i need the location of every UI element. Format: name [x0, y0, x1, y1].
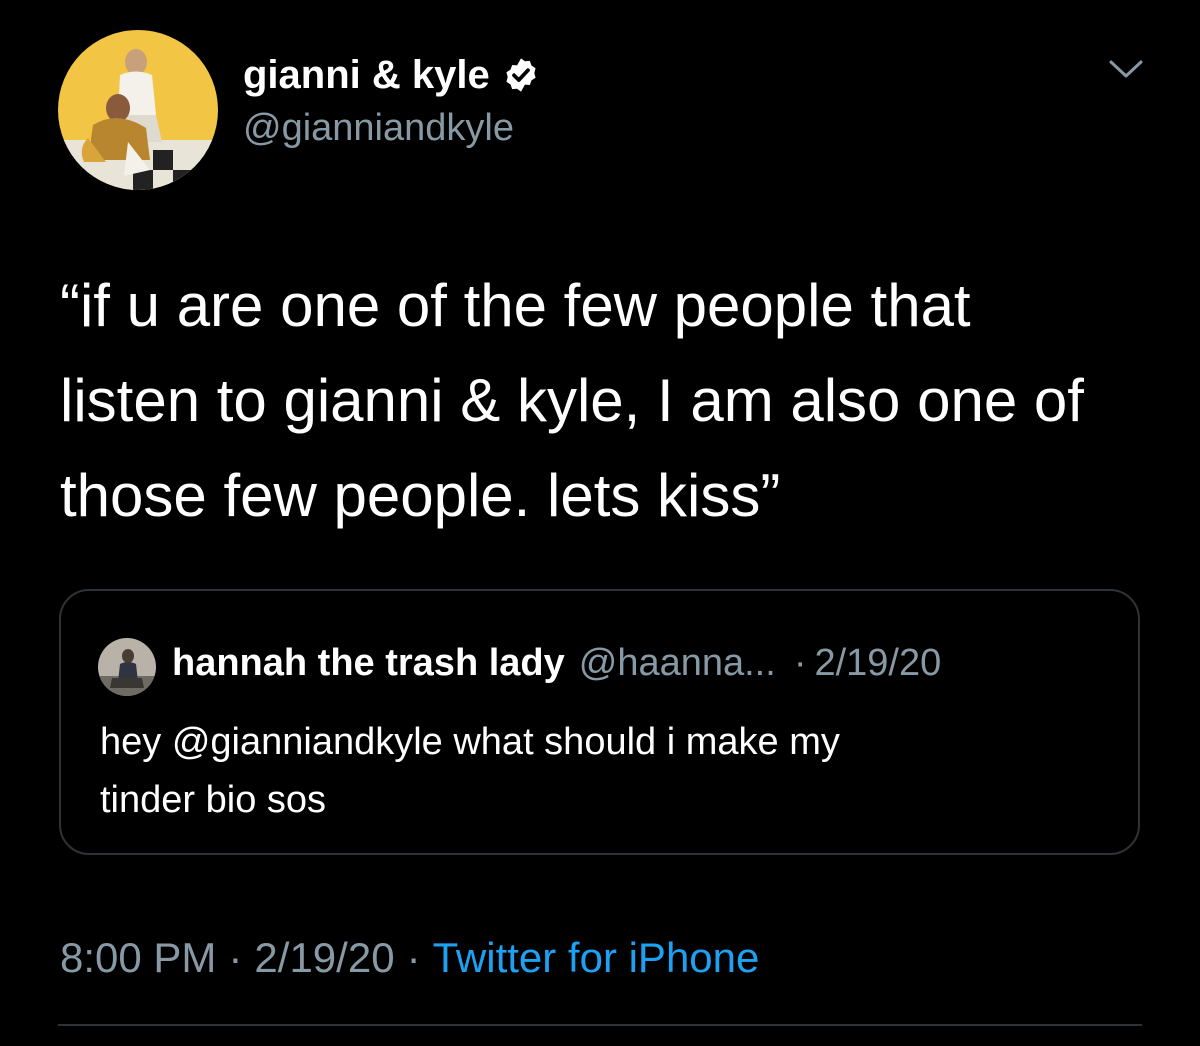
tweet-text-line: those few people. lets kiss” [60, 462, 781, 529]
quoted-tweet-avatar [98, 638, 156, 696]
author-handle[interactable]: @gianniandkyle [243, 107, 514, 150]
tweet-meta: 8:00 PM · 2/19/20 · Twitter for iPhone [60, 930, 759, 986]
avatar-photo-icon [58, 30, 218, 190]
tweet-date[interactable]: 2/19/20 [254, 934, 394, 982]
tweet-text-line: listen to gianni & kyle, I am also one o… [60, 367, 1084, 434]
verified-badge-icon [506, 58, 536, 92]
quoted-text-line: hey @gianniandkyle what should i make my [100, 721, 840, 763]
author-display-name[interactable]: gianni & kyle [243, 53, 490, 98]
avatar-photo-icon [98, 638, 156, 696]
quoted-tweet-header: hannah the trash lady @haanna... · 2/19/… [172, 637, 941, 689]
quoted-tweet-text: hey @gianniandkyle what should i make my… [100, 713, 1100, 829]
tweet-text: “if u are one of the few people that lis… [60, 258, 1170, 543]
meta-separator: · [228, 934, 243, 981]
meta-separator: · [406, 934, 421, 981]
tweet-text-line: “if u are one of the few people that [60, 272, 971, 339]
quoted-separator: · [793, 641, 807, 684]
quoted-text-line: tinder bio sos [100, 779, 327, 821]
divider [58, 1024, 1142, 1026]
tweet-time[interactable]: 8:00 PM [60, 934, 216, 982]
tweet-source-link[interactable]: Twitter for iPhone [433, 934, 760, 982]
author-name-row[interactable]: gianni & kyle [243, 50, 540, 100]
author-avatar[interactable] [58, 30, 218, 190]
quoted-author-handle[interactable]: @haanna... [579, 642, 776, 685]
quoted-author-name[interactable]: hannah the trash lady [172, 642, 565, 685]
quoted-tweet-date: 2/19/20 [814, 641, 942, 684]
quoted-tweet-card[interactable]: hannah the trash lady @haanna... · 2/19/… [59, 589, 1140, 855]
chevron-down-icon[interactable] [1108, 54, 1144, 84]
